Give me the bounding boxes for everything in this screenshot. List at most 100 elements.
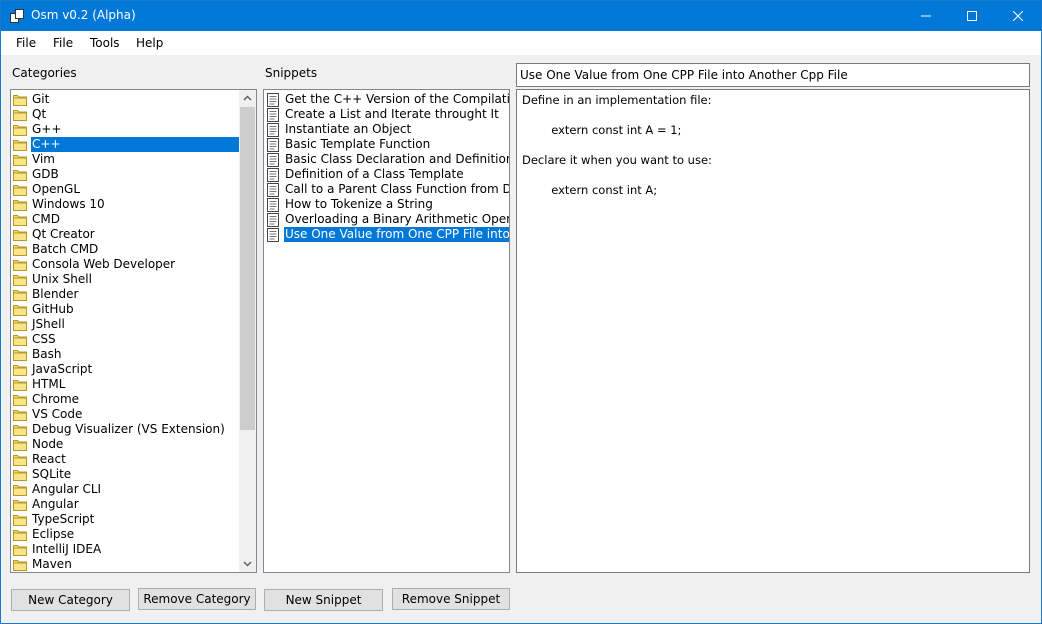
category-item[interactable]: CSS xyxy=(11,332,239,347)
folder-icon xyxy=(13,350,27,361)
folder-icon xyxy=(13,470,27,481)
document-icon xyxy=(267,183,279,197)
categories-list[interactable]: Maven IntelliJ IDEA Eclipse TypeScript Angul… xyxy=(10,89,257,573)
category-item[interactable]: GDB xyxy=(11,167,239,182)
snippet-item[interactable]: Basic Template Function xyxy=(264,137,509,152)
category-item[interactable]: Maven xyxy=(11,557,239,572)
folder-icon xyxy=(13,440,27,451)
new-snippet-button[interactable]: New Snippet xyxy=(264,589,383,611)
snippet-item[interactable]: Get the C++ Version of the Compilation xyxy=(264,92,509,107)
maximize-button[interactable] xyxy=(949,1,995,31)
folder-icon xyxy=(13,230,27,241)
category-item[interactable]: Qt xyxy=(11,107,239,122)
folder-icon xyxy=(13,125,27,136)
category-label: Git xyxy=(32,92,50,106)
folder-icon xyxy=(13,365,27,376)
category-label: Qt Creator xyxy=(32,227,95,241)
snippet-item[interactable]: Overloading a Binary Arithmetic Operator xyxy=(264,212,509,227)
snippets-list[interactable]: Get the C++ Version of the Compilation Cr… xyxy=(263,89,510,573)
category-item[interactable]: GitHub xyxy=(11,302,239,317)
snippet-label: Get the C++ Version of the Compilation xyxy=(285,92,510,106)
category-item[interactable]: Eclipse xyxy=(11,527,239,542)
menu-bar: File File Tools Help xyxy=(1,31,1041,55)
menu-help[interactable]: Help xyxy=(136,36,163,50)
close-icon xyxy=(1013,11,1023,21)
snippet-item[interactable]: Instantiate an Object xyxy=(264,122,509,137)
category-label: Eclipse xyxy=(32,527,75,541)
document-icon xyxy=(267,108,279,122)
folder-icon xyxy=(13,260,27,271)
remove-snippet-button[interactable]: Remove Snippet xyxy=(392,588,510,610)
close-button[interactable] xyxy=(995,1,1041,31)
category-item[interactable]: Blender xyxy=(11,287,239,302)
scrollbar-thumb[interactable] xyxy=(240,107,255,430)
category-item[interactable]: C++ xyxy=(11,137,239,152)
category-label: IntelliJ IDEA xyxy=(32,542,102,556)
category-item[interactable]: Angular xyxy=(11,497,239,512)
snippet-body-editor[interactable]: Define in an implementation file: extern… xyxy=(516,89,1030,573)
folder-icon xyxy=(13,455,27,466)
category-item[interactable]: Git xyxy=(11,92,239,107)
category-label: Vim xyxy=(32,152,55,166)
snippet-title-input[interactable]: Use One Value from One CPP File into Ano… xyxy=(516,63,1030,87)
app-window: Osm v0.2 (Alpha) File File Tools Help Ca… xyxy=(0,0,1042,624)
folder-icon xyxy=(13,140,27,151)
remove-category-button[interactable]: Remove Category xyxy=(138,588,256,610)
menu-tools[interactable]: Tools xyxy=(90,36,120,50)
minimize-button[interactable] xyxy=(903,1,949,31)
folder-icon xyxy=(13,500,27,511)
category-item[interactable]: HTML xyxy=(11,377,239,392)
category-item[interactable]: Debug Visualizer (VS Extension) xyxy=(11,422,239,437)
snippet-item[interactable]: Definition of a Class Template xyxy=(264,167,509,182)
menu-file-2[interactable]: File xyxy=(53,36,73,50)
category-label: Windows 10 xyxy=(32,197,105,211)
category-item[interactable]: G++ xyxy=(11,122,239,137)
folder-icon xyxy=(13,530,27,541)
snippet-item[interactable]: How to Tokenize a String xyxy=(264,197,509,212)
snippet-label: Create a List and Iterate throught It xyxy=(285,107,499,121)
category-item[interactable]: IntelliJ IDEA xyxy=(11,542,239,557)
new-category-button[interactable]: New Category xyxy=(11,589,130,611)
category-item[interactable]: Node xyxy=(11,437,239,452)
folder-icon xyxy=(13,380,27,391)
snippet-item[interactable]: Use One Value from One CPP File into Ar xyxy=(264,227,509,242)
category-item[interactable]: VS Code xyxy=(11,407,239,422)
category-item[interactable]: CMD xyxy=(11,212,239,227)
menu-file[interactable]: File xyxy=(16,36,36,50)
window-title: Osm v0.2 (Alpha) xyxy=(31,8,136,22)
snippet-label: Call to a Parent Class Function from Der… xyxy=(285,182,509,196)
category-item[interactable]: JavaScript xyxy=(11,362,239,377)
snippet-label: How to Tokenize a String xyxy=(285,197,433,211)
title-bar[interactable]: Osm v0.2 (Alpha) xyxy=(1,1,1041,31)
category-item[interactable]: JShell xyxy=(11,317,239,332)
category-item[interactable]: Batch CMD xyxy=(11,242,239,257)
category-item[interactable]: Bash xyxy=(11,347,239,362)
category-label: Batch CMD xyxy=(32,242,99,256)
scroll-up-icon[interactable] xyxy=(239,90,256,107)
category-label: G++ xyxy=(32,122,62,136)
category-item[interactable]: TypeScript xyxy=(11,512,239,527)
category-label: CSS xyxy=(32,332,56,346)
folder-icon xyxy=(13,170,27,181)
snippet-item[interactable]: Call to a Parent Class Function from Der… xyxy=(264,182,509,197)
category-item[interactable]: Chrome xyxy=(11,392,239,407)
category-item[interactable]: Consola Web Developer xyxy=(11,257,239,272)
category-label: CMD xyxy=(32,212,60,226)
category-item[interactable]: Unix Shell xyxy=(11,272,239,287)
categories-scrollbar[interactable] xyxy=(239,90,256,572)
category-item[interactable]: Angular CLI xyxy=(11,482,239,497)
category-label: Bash xyxy=(32,347,62,361)
snippet-item[interactable]: Basic Class Declaration and Definition i… xyxy=(264,152,509,167)
category-label: Qt xyxy=(32,107,47,121)
category-item[interactable]: SQLite xyxy=(11,467,239,482)
category-item[interactable]: Windows 10 xyxy=(11,197,239,212)
category-item[interactable]: OpenGL xyxy=(11,182,239,197)
category-item[interactable]: React xyxy=(11,452,239,467)
category-label: Chrome xyxy=(32,392,80,406)
scroll-down-icon[interactable] xyxy=(239,555,256,572)
category-item[interactable]: Vim xyxy=(11,152,239,167)
category-item[interactable]: Qt Creator xyxy=(11,227,239,242)
category-label: C++ xyxy=(31,137,239,152)
snippet-item[interactable]: Create a List and Iterate throught It xyxy=(264,107,509,122)
document-icon xyxy=(267,213,279,227)
